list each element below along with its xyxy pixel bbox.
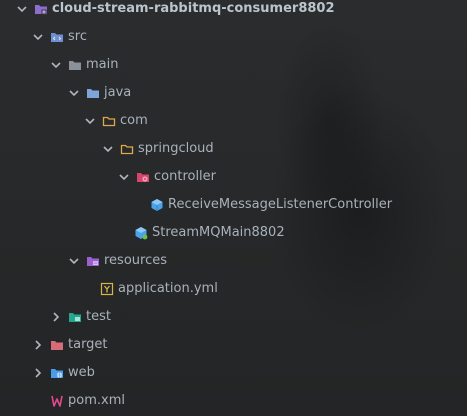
tree-node-main[interactable]: main [50, 53, 118, 77]
yaml-file-icon [100, 282, 114, 296]
tree-node-label: target [68, 337, 108, 352]
tree-node-label: src [68, 29, 87, 44]
java-source-folder-icon [86, 86, 100, 100]
controller-package-icon [136, 170, 150, 184]
tree-node-application-yml[interactable]: application.yml [100, 277, 218, 301]
project-tree-panel: cloud-stream-rabbitmq-consumer8802 src m… [0, 0, 467, 416]
chevron-down-icon[interactable] [118, 171, 130, 183]
tree-node-pom-xml[interactable]: pom.xml [50, 389, 125, 413]
chevron-right-icon[interactable] [32, 367, 44, 379]
tree-node-resources[interactable]: resources [68, 249, 167, 273]
tree-node-label: springcloud [138, 141, 214, 156]
tree-node-label: web [68, 365, 95, 380]
resources-folder-icon [86, 254, 100, 268]
tree-node-src[interactable]: src [32, 25, 87, 49]
tree-node-label: controller [154, 169, 217, 184]
chevron-down-icon[interactable] [16, 3, 28, 15]
tree-node-label: ReceiveMessageListenerController [168, 197, 393, 212]
test-folder-icon [68, 310, 82, 324]
chevron-down-icon[interactable] [84, 115, 96, 127]
module-folder-icon [34, 2, 48, 16]
chevron-down-icon[interactable] [32, 31, 44, 43]
java-class-icon [150, 198, 164, 212]
tree-node-label: com [120, 113, 148, 128]
tree-node-target[interactable]: target [32, 333, 108, 357]
tree-node-web[interactable]: web [32, 361, 95, 385]
tree-node-springcloud[interactable]: springcloud [102, 137, 214, 161]
spring-boot-class-icon [134, 226, 148, 240]
chevron-down-icon[interactable] [50, 59, 62, 71]
tree-node-java[interactable]: java [68, 81, 131, 105]
tree-node-test[interactable]: test [50, 305, 111, 329]
excluded-folder-icon [50, 338, 64, 352]
web-folder-icon [50, 366, 64, 380]
tree-node-label: cloud-stream-rabbitmq-consumer8802 [52, 1, 335, 16]
tree-node-com[interactable]: com [84, 109, 148, 133]
tree-node-receive-controller[interactable]: ReceiveMessageListenerController [150, 193, 392, 217]
tree-node-label: pom.xml [68, 393, 125, 408]
tree-node-label: StreamMQMain8802 [152, 225, 285, 240]
tree-node-root[interactable]: cloud-stream-rabbitmq-consumer8802 [16, 0, 335, 21]
tree-node-label: test [86, 309, 111, 324]
chevron-down-icon[interactable] [68, 87, 80, 99]
maven-icon [50, 394, 64, 408]
tree-node-label: application.yml [118, 281, 218, 296]
chevron-right-icon[interactable] [32, 339, 44, 351]
folder-icon [68, 58, 82, 72]
tree-node-controller[interactable]: controller [118, 165, 216, 189]
tree-node-stream-main[interactable]: StreamMQMain8802 [134, 221, 285, 245]
chevron-down-icon[interactable] [68, 255, 80, 267]
tree-node-label: main [86, 57, 119, 72]
chevron-right-icon[interactable] [50, 311, 62, 323]
tree-node-label: resources [104, 253, 168, 268]
package-icon [120, 142, 134, 156]
package-icon [102, 114, 116, 128]
source-root-folder-icon [50, 30, 64, 44]
chevron-down-icon[interactable] [102, 143, 114, 155]
tree-node-label: java [104, 85, 132, 100]
